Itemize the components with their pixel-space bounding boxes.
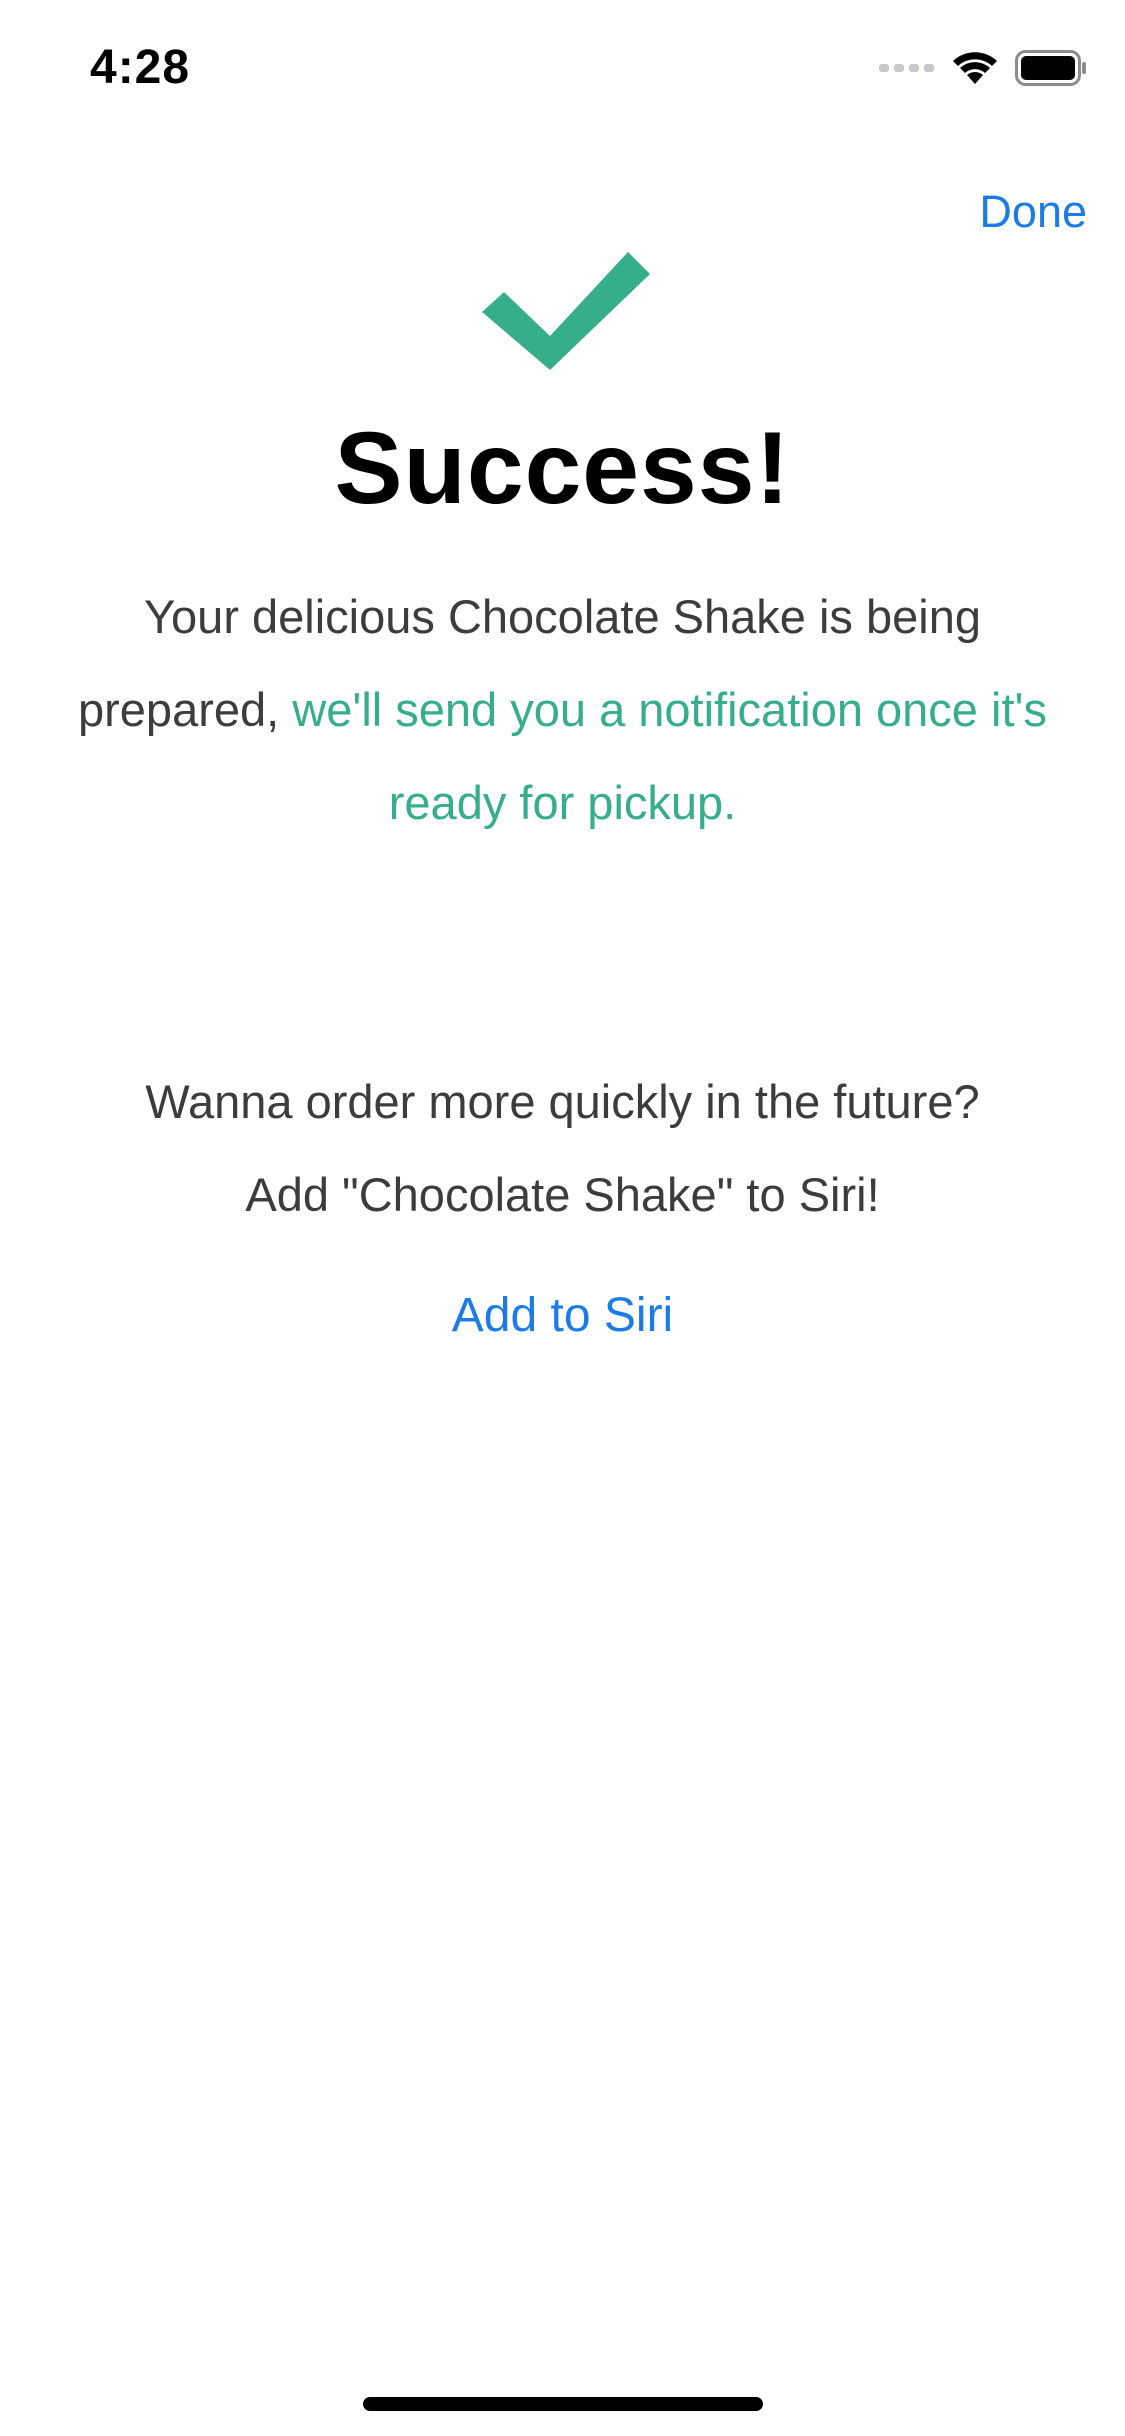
siri-prompt: Wanna order more quickly in the future? … <box>60 1055 1065 1241</box>
home-indicator[interactable] <box>363 2397 763 2411</box>
status-time: 4:28 <box>90 41 191 94</box>
battery-icon <box>1015 50 1086 86</box>
add-to-siri-button[interactable]: Add to Siri <box>0 1288 1125 1343</box>
siri-prompt-line: Wanna order more quickly in the future? <box>145 1075 980 1128</box>
message-highlight: we'll send you a notification once it's … <box>292 683 1047 829</box>
success-message: Your delicious Chocolate Shake is being … <box>70 570 1055 849</box>
signal-dots-icon <box>879 64 934 72</box>
status-bar: 4:28 <box>0 0 1125 132</box>
wifi-icon <box>953 52 997 84</box>
done-button[interactable]: Done <box>979 186 1087 238</box>
status-icons <box>879 46 1087 90</box>
success-title: Success! <box>334 411 791 525</box>
checkmark-icon <box>482 252 650 370</box>
siri-prompt-line: Add "Chocolate Shake" to Siri! <box>245 1168 880 1221</box>
